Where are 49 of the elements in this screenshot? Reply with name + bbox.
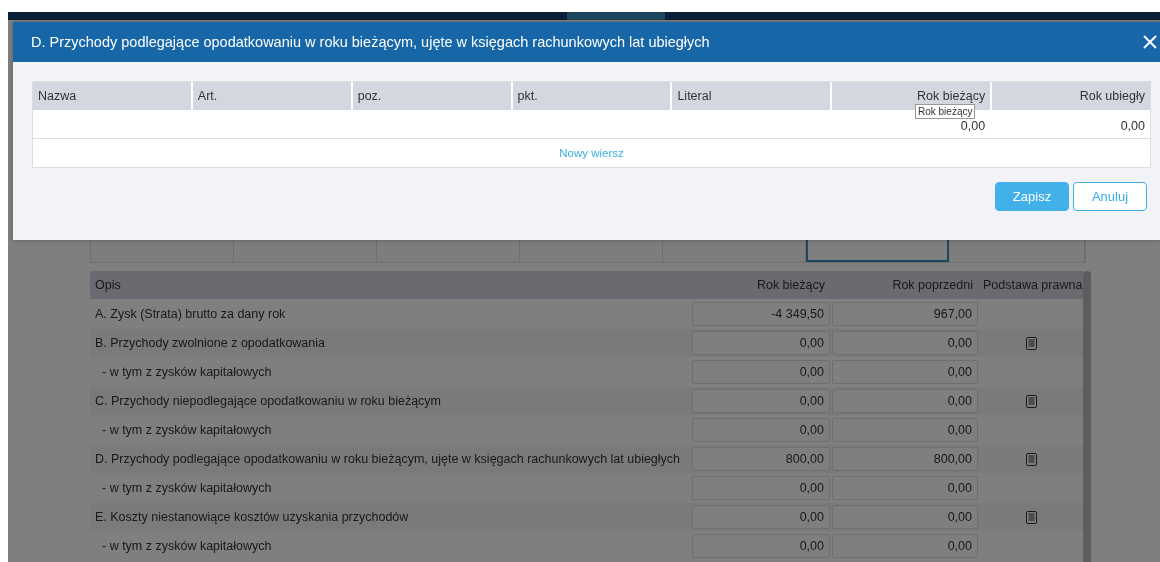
row-label: D. Przychody podlegające opodatkowaniu w roku bieżącym, ujęte w księgach rachunkowych lat ubiegłych	[94, 451, 682, 468]
value-field[interactable]: 0,00	[832, 389, 978, 413]
column-header: Literal	[672, 82, 831, 110]
column-header: Rok ubiegły	[992, 82, 1150, 110]
row-label: E. Koszty niestanowiące kosztów uzyskania przychodów	[94, 509, 410, 526]
column-header: Nazwa	[33, 82, 191, 110]
column-header: pkt.	[512, 82, 671, 110]
value-field[interactable]: 0,00	[692, 505, 830, 529]
dialog-title: D. Przychody podlegające opodatkowaniu w roku bieżącym, ujęte w księgach rachunkowych lat ubiegłych	[31, 34, 710, 50]
value-field[interactable]: 0,00	[692, 534, 830, 558]
document-icon[interactable]	[1025, 510, 1037, 524]
value-field[interactable]: 0,00	[692, 418, 830, 442]
row-label: - w tym z zysków kapitałowych	[101, 364, 273, 381]
row-label: A. Zysk (Strata) brutto za dany rok	[94, 306, 287, 323]
value-field[interactable]: -4 349,50	[692, 302, 830, 326]
column-header: Opis	[94, 277, 122, 294]
value-field[interactable]: 0,00	[692, 389, 830, 413]
value-field[interactable]: 0,00	[832, 505, 978, 529]
column-header: Rok bieżący	[755, 277, 826, 294]
value-field[interactable]: 0,00	[832, 534, 978, 558]
value-field[interactable]: 0,00	[832, 331, 978, 355]
value-field[interactable]: 0,00	[832, 360, 978, 384]
value-field[interactable]: 800,00	[832, 447, 978, 471]
column-header: poz.	[352, 82, 511, 110]
cancel-button[interactable]: Anuluj	[1073, 182, 1147, 211]
document-icon[interactable]	[1025, 394, 1037, 408]
scrollbar[interactable]	[1083, 271, 1091, 562]
column-header: Podstawa prawna	[982, 277, 1082, 294]
document-icon[interactable]	[1025, 452, 1037, 466]
column-header: Art.	[192, 82, 351, 110]
close-icon[interactable]	[1142, 34, 1158, 50]
row-label: C. Przychody niepodlegające opodatkowaniu w roku bieżącym	[94, 393, 443, 410]
value-field[interactable]: 967,00	[832, 302, 978, 326]
row-label: - w tym z zysków kapitałowych	[101, 422, 273, 439]
value-field[interactable]: 0,00	[692, 476, 830, 500]
document-icon[interactable]	[1025, 336, 1037, 350]
value-field[interactable]: 0,00	[692, 331, 830, 355]
row-label: - w tym z zysków kapitałowych	[101, 480, 273, 497]
value-field[interactable]: 800,00	[692, 447, 830, 471]
value-field[interactable]: 0,00	[692, 360, 830, 384]
save-button[interactable]: Zapisz	[995, 182, 1069, 211]
value-field[interactable]: 0,00	[832, 418, 978, 442]
cell-value: 0,00	[1120, 118, 1145, 133]
value-field[interactable]: 0,00	[832, 476, 978, 500]
column-header: Rok poprzedni	[891, 277, 974, 294]
row-label: - w tym z zysków kapitałowych	[101, 538, 273, 555]
new-row-link[interactable]: Nowy wiersz	[559, 147, 624, 159]
cell-value: 0,00	[960, 118, 986, 133]
row-label: B. Przychody zwolnione z opodatkowania	[94, 335, 326, 352]
